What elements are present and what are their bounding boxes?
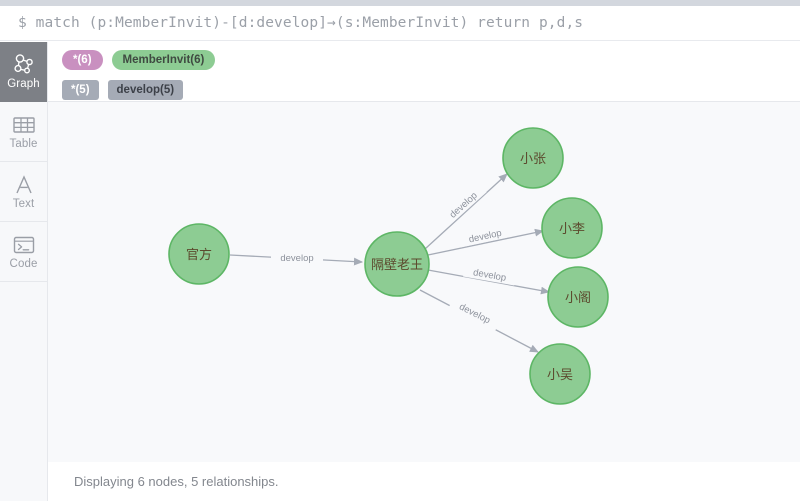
graph-svg: develop develop develop develop develop — [168, 127, 609, 405]
status-text: Displaying 6 nodes, 5 relationships. — [74, 474, 279, 489]
graph-node-0[interactable]: 官方 — [168, 223, 230, 285]
legend-all-nodes-badge[interactable]: *(6) — [62, 50, 103, 70]
edge-label-develop-5: develop — [457, 301, 492, 326]
node-label: 小李 — [559, 222, 585, 237]
table-icon — [12, 113, 35, 137]
node-label: 小吴 — [547, 368, 573, 383]
legend-all-relationships-badge[interactable]: *(5) — [62, 80, 99, 100]
code-icon — [13, 233, 35, 257]
sidebar-filler — [0, 282, 47, 501]
graph-node-3[interactable]: 小李 — [541, 197, 603, 259]
graph-node-1[interactable]: 隔壁老王 — [364, 231, 430, 297]
graph-icon — [13, 53, 35, 77]
graph-canvas[interactable]: develop develop develop develop develop — [48, 102, 800, 463]
edge-label-develop-1: develop — [280, 253, 313, 264]
sidebar-item-graph[interactable]: Graph — [0, 42, 47, 102]
legend-panel: *(6) MemberInvit(6) *(5) develop(5) — [48, 42, 800, 102]
sidebar-item-graph-label: Graph — [7, 77, 40, 90]
sidebar-item-table[interactable]: Table — [0, 102, 47, 162]
status-bar: Displaying 6 nodes, 5 relationships. — [48, 462, 800, 501]
query-text: $ match (p:MemberInvit)-[d:develop]→(s:M… — [18, 15, 584, 31]
sidebar-item-text-label: Text — [12, 197, 35, 210]
sidebar-item-text[interactable]: Text — [0, 162, 47, 222]
node-label: 官方 — [186, 247, 212, 263]
legend-node-row: *(6) MemberInvit(6) — [62, 49, 800, 71]
legend-relationship-row: *(5) develop(5) — [62, 79, 800, 101]
sidebar-item-code-label: Code — [9, 257, 38, 270]
view-mode-sidebar: Graph Table Text Code — [0, 42, 48, 501]
graph-node-2[interactable]: 小张 — [502, 127, 564, 189]
legend-relationship-type-badge[interactable]: develop(5) — [107, 80, 184, 100]
node-label: 隔壁老王 — [371, 258, 423, 273]
legend-node-label-badge[interactable]: MemberInvit(6) — [111, 50, 216, 70]
query-bar[interactable]: $ match (p:MemberInvit)-[d:develop]→(s:M… — [0, 6, 800, 41]
graph-nodes: 官方 隔壁老王 小张 小李 小阁 小吴 — [168, 127, 609, 405]
text-icon — [14, 173, 34, 197]
node-label: 小阁 — [565, 291, 591, 306]
neo4j-browser-result-frame: $ match (p:MemberInvit)-[d:develop]→(s:M… — [0, 0, 800, 501]
graph-node-4[interactable]: 小阁 — [547, 266, 609, 328]
graph-node-5[interactable]: 小吴 — [529, 343, 591, 405]
sidebar-item-table-label: Table — [9, 137, 38, 150]
sidebar-item-code[interactable]: Code — [0, 222, 47, 282]
node-label: 小张 — [520, 152, 546, 167]
edge-label-develop-2: develop — [448, 190, 480, 220]
